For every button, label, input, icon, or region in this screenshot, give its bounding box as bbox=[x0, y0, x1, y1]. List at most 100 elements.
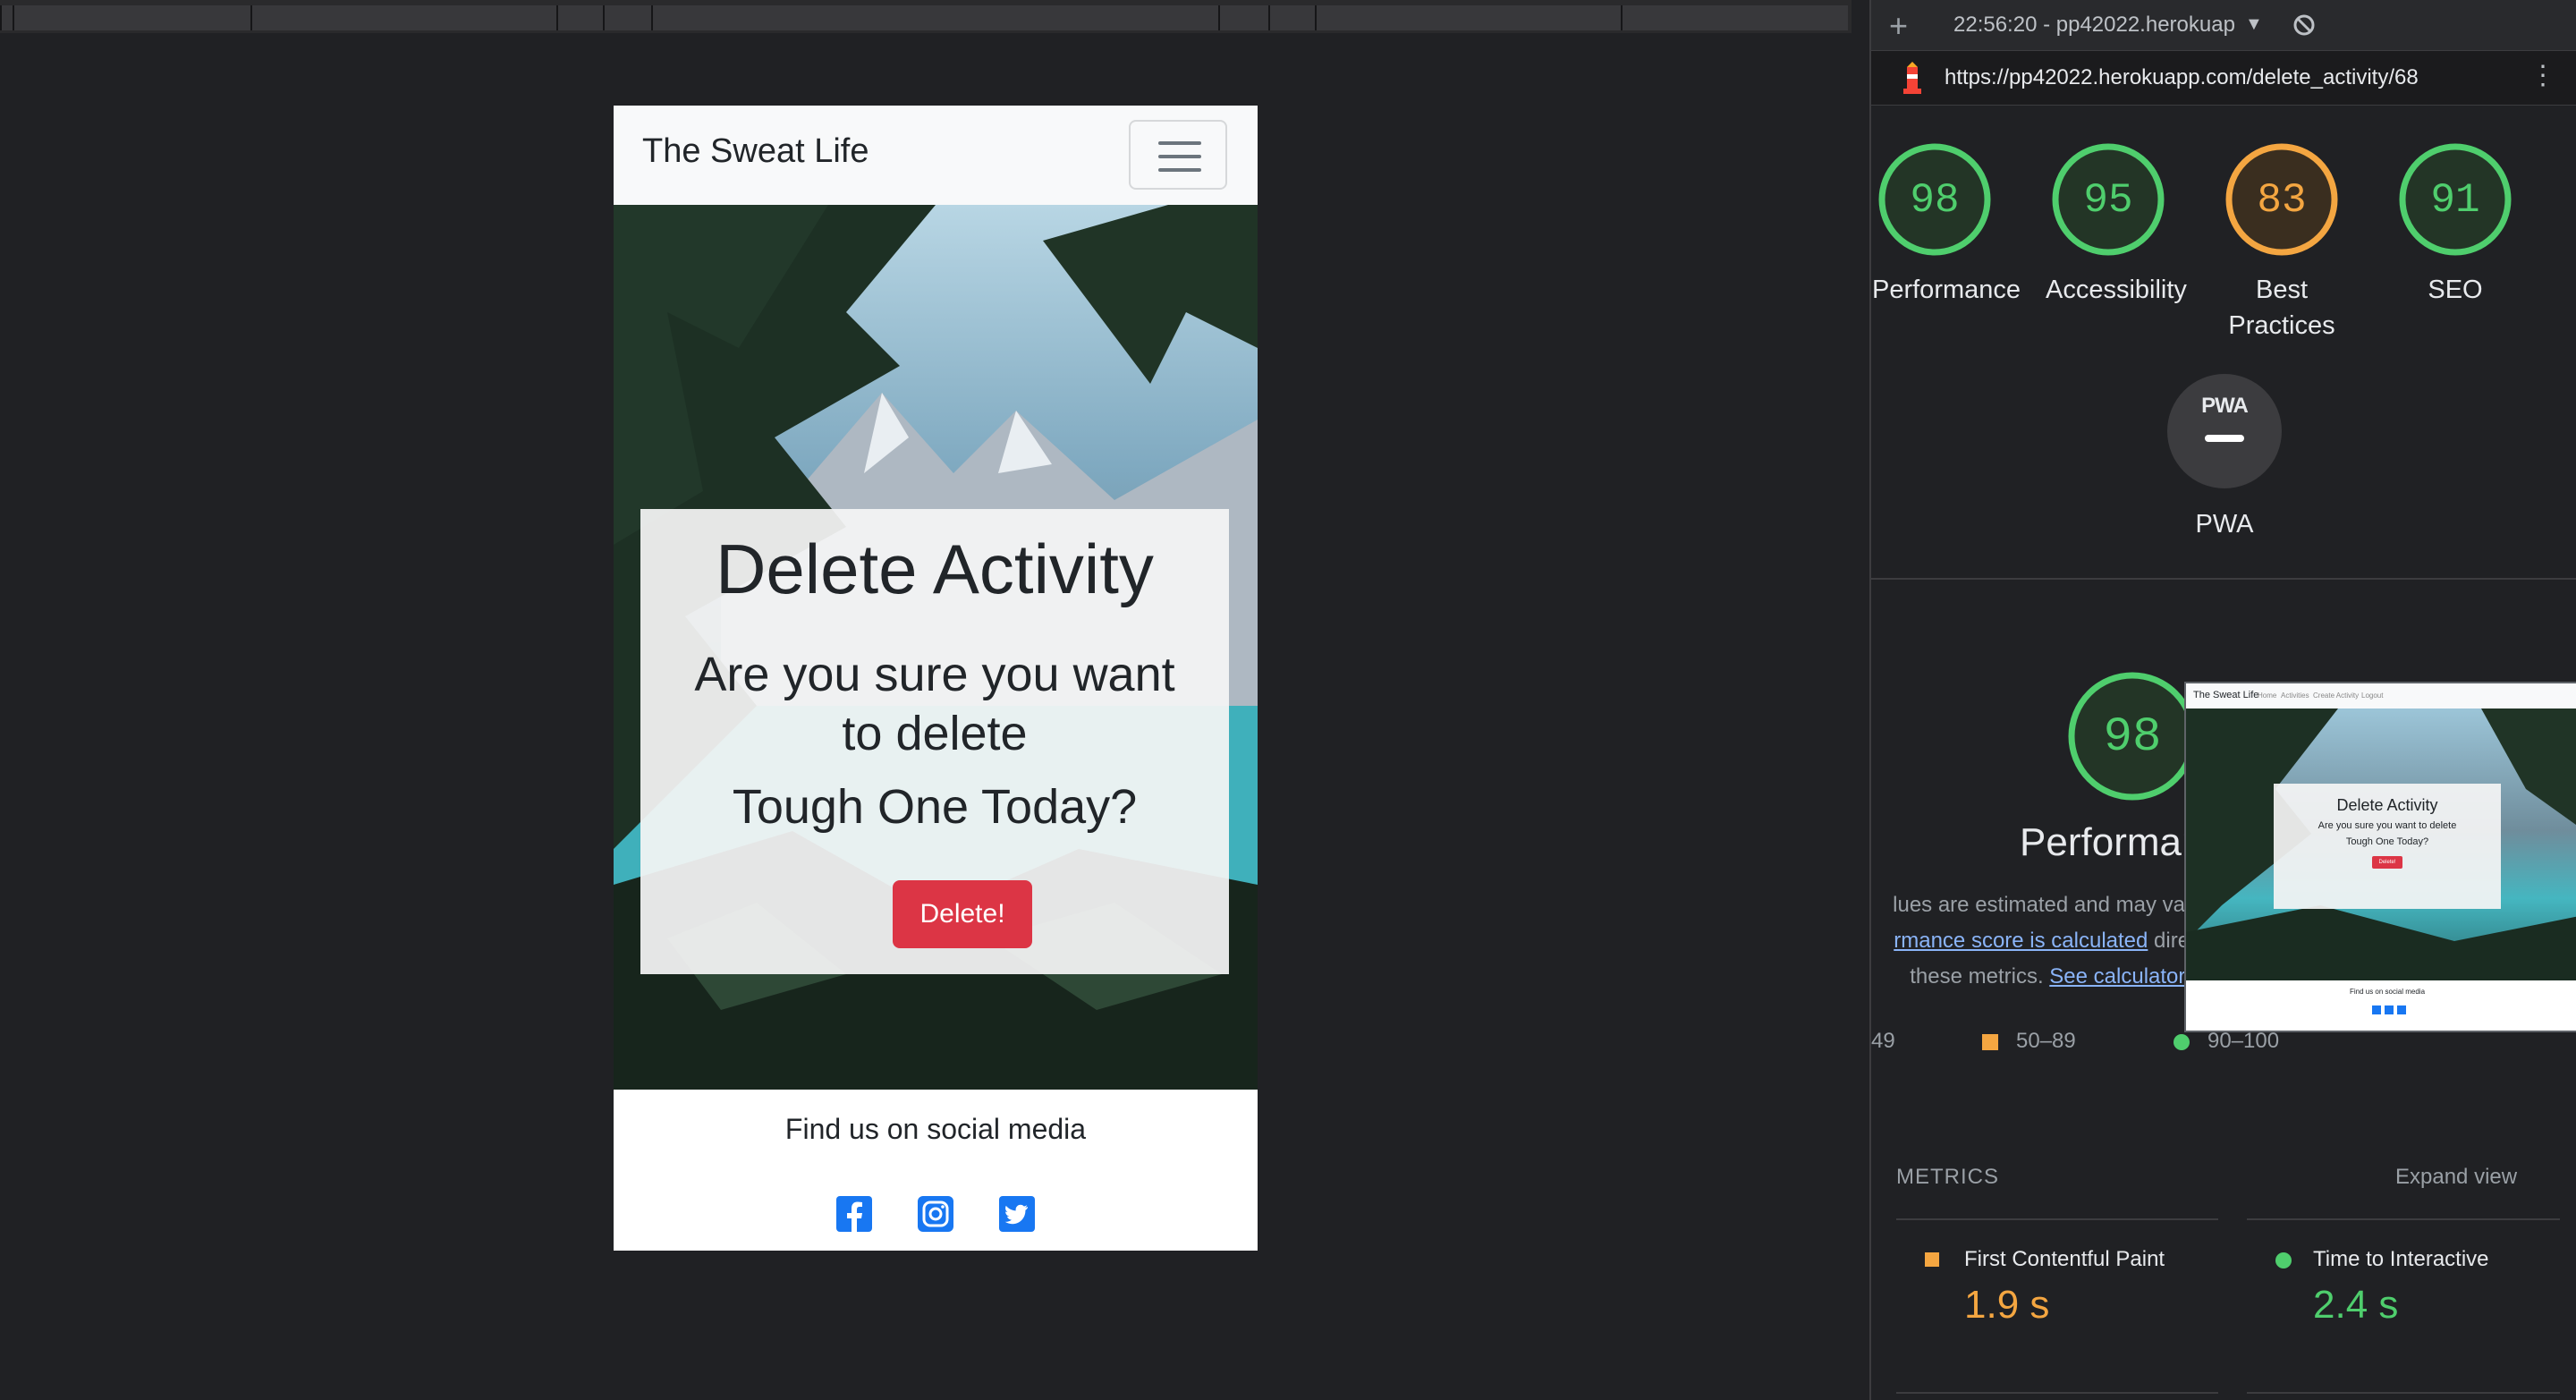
gauge-label: Performance bbox=[1872, 276, 2021, 304]
ruler-segment[interactable] bbox=[1315, 5, 1621, 30]
performance-description: lues are estimated and may vary. rmance … bbox=[1871, 887, 2229, 995]
thumb-nav-activities: Activities bbox=[2281, 692, 2309, 700]
clear-icon[interactable] bbox=[2292, 13, 2317, 38]
ruler-segment[interactable] bbox=[250, 5, 556, 30]
metric-divider bbox=[2247, 1218, 2560, 1220]
divider bbox=[1871, 578, 2576, 580]
brand-link[interactable]: The Sweat Life bbox=[642, 132, 869, 171]
lighthouse-toolbar: + 22:56:20 - pp42022.herokuap ▼ bbox=[1871, 0, 2576, 51]
thumb-twitter-icon bbox=[2397, 1005, 2406, 1014]
caret-down-icon[interactable]: ▼ bbox=[2245, 14, 2263, 35]
thumb-facebook-icon bbox=[2372, 1005, 2381, 1014]
facebook-icon[interactable] bbox=[835, 1195, 873, 1233]
url-bar: https://pp42022.herokuapp.com/delete_act… bbox=[1871, 51, 2576, 106]
thumb-delete-button: Delete! bbox=[2372, 856, 2402, 869]
circle-icon bbox=[2174, 1033, 2190, 1050]
gauge-accessibility[interactable]: 95 Accessibility bbox=[2046, 141, 2187, 308]
hamburger-icon bbox=[1158, 141, 1201, 145]
gauge-best-practices[interactable]: 83 Best Practices bbox=[2219, 141, 2344, 344]
ruler-segment[interactable] bbox=[651, 5, 1218, 30]
score-ring-icon: 98 bbox=[2068, 672, 2197, 801]
more-options-icon[interactable]: ⋮ bbox=[2529, 60, 2556, 91]
see-calculator-link[interactable]: See calculator. bbox=[2049, 964, 2190, 988]
thumb-question: Are you sure you want to delete bbox=[2318, 820, 2457, 831]
thumb-activity: Tough One Today? bbox=[2345, 836, 2429, 847]
gauge-pwa[interactable]: PWA PWA bbox=[2166, 374, 2283, 542]
navbar-toggler-button[interactable] bbox=[1129, 120, 1227, 190]
metric-value-tti: 2.4 s bbox=[2313, 1283, 2399, 1327]
legend-fail-label: 49 bbox=[1871, 1029, 1895, 1053]
gauge-value: 98 bbox=[1910, 177, 1959, 224]
ruler-segment[interactable] bbox=[556, 5, 603, 30]
desc-text: these metrics. bbox=[1910, 964, 2050, 988]
ruler-segment[interactable] bbox=[603, 5, 651, 30]
gauge-label: Accessibility bbox=[2046, 276, 2187, 304]
gauge-label: SEO bbox=[2428, 276, 2483, 304]
score-ring-icon: 98 bbox=[1878, 143, 1991, 256]
ruler-segment[interactable] bbox=[1621, 5, 1848, 30]
average-square-icon bbox=[1925, 1252, 1939, 1267]
pwa-badge: PWA bbox=[2167, 374, 2282, 488]
gauge-performance[interactable]: 98 Performance bbox=[1872, 141, 2021, 308]
ruler-segment[interactable] bbox=[1268, 5, 1315, 30]
thumb-nav-home: Home bbox=[2258, 692, 2277, 700]
gauge-value: 95 bbox=[2083, 177, 2132, 224]
metric-divider bbox=[1896, 1392, 2218, 1394]
gauge-value: 83 bbox=[2257, 177, 2306, 224]
ruler-segment[interactable] bbox=[0, 5, 13, 30]
activity-name: Tough One Today? bbox=[732, 780, 1138, 834]
thumb-nav-create: Create Activity bbox=[2313, 692, 2360, 700]
score-ring-icon: 95 bbox=[2052, 143, 2165, 256]
report-url: https://pp42022.herokuapp.com/delete_act… bbox=[1945, 65, 2419, 89]
footer: Find us on social media bbox=[614, 1090, 1258, 1251]
hamburger-icon-bar bbox=[1158, 168, 1201, 172]
pass-circle-icon bbox=[2275, 1252, 2292, 1268]
expand-view-toggle[interactable]: Expand view bbox=[2395, 1165, 2517, 1190]
dash-icon bbox=[2205, 435, 2244, 442]
gauge-seo[interactable]: 91 SEO bbox=[2393, 141, 2518, 308]
confirm-question-line: to delete bbox=[842, 707, 1028, 760]
hamburger-icon-bar bbox=[1158, 155, 1201, 158]
metric-name-fcp: First Contentful Paint bbox=[1964, 1247, 2165, 1271]
thumb-instagram-icon bbox=[2385, 1005, 2394, 1014]
confirm-question: Are you sure you want to delete bbox=[676, 645, 1193, 763]
footer-text: Find us on social media bbox=[784, 1113, 1087, 1145]
final-screenshot-thumbnail[interactable]: The Sweat Life Home Activities Create Ac… bbox=[2184, 682, 2576, 1032]
device-viewport: The Sweat Life Delete Activity Are you s… bbox=[0, 33, 1869, 1400]
metric-divider bbox=[1896, 1218, 2218, 1220]
ruler-segment[interactable] bbox=[13, 5, 250, 30]
score-ring-icon: 83 bbox=[2225, 143, 2338, 256]
performance-score: 98 bbox=[2104, 710, 2162, 765]
twitter-icon[interactable] bbox=[998, 1195, 1036, 1233]
gauge-label: PWA bbox=[2195, 510, 2254, 539]
score-ring-icon: 91 bbox=[2399, 143, 2512, 256]
thumb-title: Delete Activity bbox=[2336, 796, 2438, 814]
thumb-nav-logout: Logout bbox=[2361, 692, 2384, 700]
legend-average: 50–89 bbox=[1982, 1029, 2076, 1054]
report-selector[interactable]: 22:56:20 - pp42022.herokuap bbox=[1953, 13, 2235, 38]
legend-pass: 90–100 bbox=[2174, 1029, 2279, 1054]
desc-text: lues are estimated and may vary. bbox=[1893, 893, 2207, 917]
thumb-hero: Delete Activity Are you sure you want to… bbox=[2186, 708, 2576, 980]
delete-card: Delete Activity Are you sure you want to … bbox=[640, 509, 1229, 974]
instagram-icon[interactable] bbox=[917, 1195, 954, 1233]
hero-background: Delete Activity Are you sure you want to … bbox=[614, 205, 1258, 1090]
metric-divider bbox=[2247, 1392, 2560, 1394]
legend-fail: 49 bbox=[1871, 1029, 1895, 1054]
plus-icon[interactable]: + bbox=[1889, 7, 1908, 45]
navbar: The Sweat Life bbox=[614, 106, 1258, 205]
square-icon bbox=[1982, 1033, 1998, 1050]
lighthouse-panel: + 22:56:20 - pp42022.herokuap ▼ https://… bbox=[1869, 0, 2576, 1400]
score-calculated-link[interactable]: rmance score is calculated bbox=[1894, 929, 2148, 953]
mobile-page: The Sweat Life Delete Activity Are you s… bbox=[614, 106, 1258, 1251]
legend-average-label: 50–89 bbox=[2016, 1029, 2076, 1053]
metrics-header: METRICS bbox=[1896, 1165, 1999, 1189]
delete-button[interactable]: Delete! bbox=[893, 880, 1032, 948]
card-title: Delete Activity bbox=[716, 530, 1154, 608]
legend-pass-label: 90–100 bbox=[2207, 1029, 2280, 1053]
pwa-badge-text: PWA bbox=[2201, 394, 2249, 418]
thumb-navbar: The Sweat Life Home Activities Create Ac… bbox=[2186, 683, 2576, 708]
device-ruler bbox=[0, 0, 1852, 33]
ruler-segment[interactable] bbox=[1218, 5, 1268, 30]
metric-value-fcp: 1.9 s bbox=[1964, 1283, 2050, 1327]
